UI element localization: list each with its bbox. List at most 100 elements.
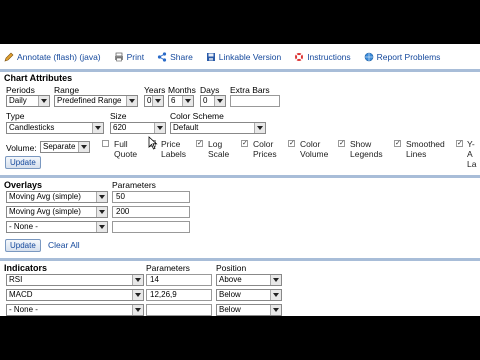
chevron-down-icon xyxy=(270,290,281,300)
share-link[interactable]: Share xyxy=(157,52,193,62)
update-overlays-button[interactable]: Update xyxy=(5,239,41,252)
range-select[interactable]: Predefined Range xyxy=(54,95,138,107)
chevron-down-icon xyxy=(152,96,163,106)
indicator-position-value-1: Above xyxy=(219,275,242,284)
instructions-label: Instructions xyxy=(307,52,351,62)
toolbar: Annotate (flash) (java) Print Share Link… xyxy=(0,46,480,68)
overlay-param-2[interactable]: 200 xyxy=(112,206,190,218)
printer-icon xyxy=(114,52,124,62)
color-scheme-label: Color Scheme xyxy=(170,111,224,121)
color-scheme-value: Default xyxy=(173,123,199,132)
overlay-type-1: Moving Avg (simple) xyxy=(9,192,81,201)
indicator-position-1[interactable]: Above xyxy=(216,274,282,286)
report-label: Report Problems xyxy=(376,52,441,62)
chevron-down-icon xyxy=(38,96,49,106)
years-value: 0 xyxy=(147,96,152,105)
log-scale-checkbox[interactable]: ✓ xyxy=(196,140,203,147)
share-icon xyxy=(157,52,167,62)
indicator-position-value-2: Below xyxy=(219,290,241,299)
full-quote-checkbox[interactable] xyxy=(102,140,109,147)
days-value: 0 xyxy=(203,96,208,105)
annotate-link[interactable]: Annotate (flash) (java) xyxy=(4,52,101,62)
mouse-cursor-icon xyxy=(148,136,158,152)
color-prices-checkbox[interactable]: ✓ xyxy=(241,140,248,147)
indicator-position-value-3: Below xyxy=(219,305,241,314)
range-value: Predefined Range xyxy=(57,96,122,105)
chevron-down-icon xyxy=(214,96,225,106)
indicator-param-3[interactable] xyxy=(146,304,212,316)
linkable-label: Linkable Version xyxy=(218,52,282,62)
y-axis-labels-checkbox[interactable]: ✓ xyxy=(456,140,463,147)
indicator-select-2[interactable]: MACD xyxy=(6,289,144,301)
price-labels-label: Price Labels xyxy=(161,139,187,159)
volume-select[interactable]: Separate xyxy=(40,141,90,153)
log-scale-label: Log Scale xyxy=(208,139,230,159)
indicator-select-3[interactable]: - None - xyxy=(6,304,144,316)
chevron-down-icon xyxy=(78,142,89,152)
type-select[interactable]: Candlesticks xyxy=(6,122,104,134)
volume-value: Separate xyxy=(43,142,76,151)
chevron-down-icon xyxy=(126,96,137,106)
lifebuoy-icon xyxy=(294,52,304,62)
months-select[interactable]: 6 xyxy=(168,95,194,107)
show-legends-checkbox[interactable]: ✓ xyxy=(338,140,345,147)
section-divider xyxy=(0,175,480,178)
overlay-type-2: Moving Avg (simple) xyxy=(9,207,81,216)
smoothed-lines-checkbox[interactable]: ✓ xyxy=(394,140,401,147)
chevron-down-icon xyxy=(154,123,165,133)
overlay-select-2[interactable]: Moving Avg (simple) xyxy=(6,206,108,218)
globe-icon xyxy=(364,52,374,62)
annotate-label: Annotate (flash) (java) xyxy=(17,52,101,62)
chevron-down-icon xyxy=(270,305,281,315)
days-select[interactable]: 0 xyxy=(200,95,226,107)
share-label: Share xyxy=(170,52,193,62)
linkable-version-link[interactable]: Linkable Version xyxy=(206,52,281,62)
indicator-type-2: MACD xyxy=(9,290,33,299)
years-select[interactable]: 0 xyxy=(144,95,164,107)
periods-value: Daily xyxy=(9,96,27,105)
overlay-select-1[interactable]: Moving Avg (simple) xyxy=(6,191,108,203)
indicator-type-1: RSI xyxy=(9,275,23,284)
color-volume-label: Color Volume xyxy=(300,139,329,159)
color-scheme-select[interactable]: Default xyxy=(170,122,266,134)
overlay-select-3[interactable]: - None - xyxy=(6,221,108,233)
extra-bars-label: Extra Bars xyxy=(230,85,270,95)
periods-select[interactable]: Daily xyxy=(6,95,50,107)
overlays-heading: Overlays xyxy=(4,180,43,190)
indicator-position-3[interactable]: Below xyxy=(216,304,282,316)
chevron-down-icon xyxy=(92,123,103,133)
chevron-down-icon xyxy=(132,275,143,285)
full-quote-label: Full Quote xyxy=(114,139,138,159)
instructions-link[interactable]: Instructions xyxy=(294,52,351,62)
report-problems-link[interactable]: Report Problems xyxy=(364,52,441,62)
update-chart-button[interactable]: Update xyxy=(5,156,41,169)
overlay-type-3: - None - xyxy=(9,222,38,231)
clear-all-link[interactable]: Clear All xyxy=(48,240,80,250)
save-icon xyxy=(206,52,216,62)
overlay-param-3[interactable] xyxy=(112,221,190,233)
chevron-down-icon xyxy=(182,96,193,106)
y-axis-labels-label: Y-A La xyxy=(467,139,477,169)
overlays-parameters-label: Parameters xyxy=(112,180,156,190)
stockcharts-settings-panel: Annotate (flash) (java) Print Share Link… xyxy=(0,44,480,316)
indicator-param-2[interactable]: 12,26,9 xyxy=(146,289,212,301)
indicator-select-1[interactable]: RSI xyxy=(6,274,144,286)
print-link[interactable]: Print xyxy=(114,52,144,62)
indicators-position-label: Position xyxy=(216,263,247,273)
chevron-down-icon xyxy=(132,305,143,315)
indicators-heading: Indicators xyxy=(4,263,48,273)
size-select[interactable]: 620 xyxy=(110,122,166,134)
size-label: Size xyxy=(110,111,127,121)
months-value: 6 xyxy=(171,96,176,105)
indicator-position-2[interactable]: Below xyxy=(216,289,282,301)
pencil-icon xyxy=(4,52,14,62)
overlay-param-1[interactable]: 50 xyxy=(112,191,190,203)
years-label: Years xyxy=(144,85,166,95)
months-label: Months xyxy=(168,85,196,95)
indicator-param-1[interactable]: 14 xyxy=(146,274,212,286)
type-label: Type xyxy=(6,111,25,121)
extra-bars-input[interactable] xyxy=(230,95,280,107)
color-volume-checkbox[interactable]: ✓ xyxy=(288,140,295,147)
range-label: Range xyxy=(54,85,80,95)
show-legends-label: Show Legends xyxy=(350,139,383,159)
